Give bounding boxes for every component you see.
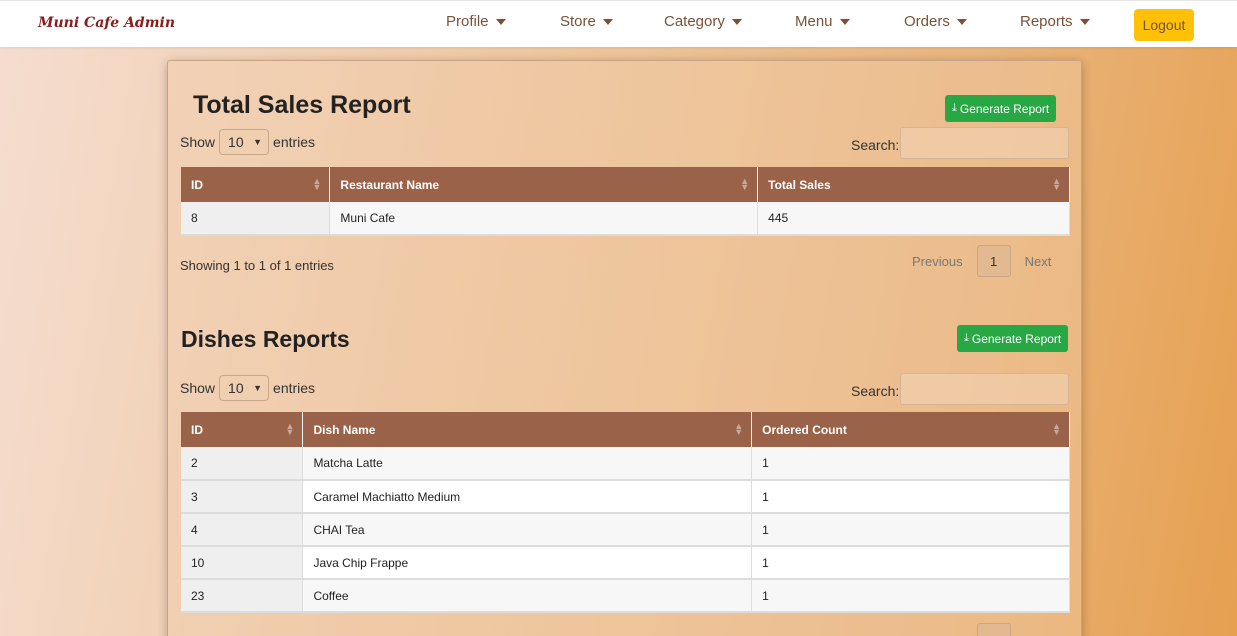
sales-col-total-label: Total Sales — [768, 177, 831, 192]
nav-reports-label: Reports — [1020, 13, 1073, 30]
dishes-col-name[interactable]: Dish Name ▲ ▼ — [302, 412, 753, 447]
sales-col-id[interactable]: ID ▲ ▼ — [181, 167, 331, 202]
dishes-entries-label: entries — [273, 380, 316, 396]
dishes-cell-id: 2 — [181, 447, 304, 481]
dishes-col-id-label: ID — [191, 422, 203, 437]
nav-profile[interactable]: Profile — [446, 13, 506, 30]
dishes-cell-name: Matcha Latte — [302, 447, 753, 481]
nav-orders-label: Orders — [904, 13, 950, 30]
sales-entries-select[interactable]: 10 ▼ — [219, 129, 270, 155]
sales-table: ID ▲ ▼ Restaurant Name ▲ ▼ Total Sales ▲ ▼ 8 M… — [181, 167, 1070, 236]
nav-category[interactable]: Category — [664, 13, 742, 30]
sales-col-id-label: ID — [191, 177, 203, 192]
sort-icon: ▲ ▼ — [1052, 421, 1061, 437]
sort-icon: ▲ ▼ — [1052, 176, 1061, 192]
chevron-down-icon: ▼ — [253, 383, 263, 393]
reports-card: Total Sales Report ⤓ Generate Report Sho… — [167, 60, 1082, 636]
sort-icon: ▲ ▼ — [312, 176, 322, 192]
logout-button[interactable]: Logout — [1134, 9, 1194, 41]
dishes-col-count[interactable]: Ordered Count ▲ ▼ — [751, 412, 1070, 447]
caret-down-icon — [1079, 18, 1090, 25]
dishes-search-input[interactable] — [900, 373, 1069, 405]
table-row: 4 CHAI Tea 1 — [181, 513, 1070, 547]
sales-entries-value: 10 — [228, 134, 244, 150]
table-row: 10 Java Chip Frappe 1 — [181, 546, 1070, 580]
nav-orders[interactable]: Orders — [904, 13, 967, 30]
dishes-entries-select[interactable]: 10 ▼ — [219, 375, 270, 401]
sales-next-button[interactable]: Next — [1011, 254, 1066, 269]
sales-search-input[interactable] — [900, 127, 1069, 159]
dishes-cell-count: 1 — [751, 579, 1070, 613]
nav-menu-label: Menu — [795, 13, 833, 30]
dishes-cell-count: 1 — [751, 480, 1070, 514]
nav-reports[interactable]: Reports — [1020, 13, 1090, 30]
sort-icon: ▲ ▼ — [734, 421, 744, 437]
nav-menu[interactable]: Menu — [795, 13, 850, 30]
sales-generate-report-button[interactable]: ⤓ Generate Report — [945, 95, 1057, 122]
table-row: 2 Matcha Latte 1 — [181, 447, 1070, 481]
dishes-cell-count: 1 — [751, 447, 1070, 481]
caret-down-icon — [731, 18, 742, 25]
caret-down-icon — [602, 18, 613, 25]
sales-cell-restaurant: Muni Cafe — [329, 202, 759, 236]
dishes-cell-name: CHAI Tea — [302, 513, 753, 547]
dishes-cell-id: 23 — [181, 579, 304, 613]
sales-col-total[interactable]: Total Sales ▲ ▼ — [757, 167, 1070, 202]
dishes-generate-report-button[interactable]: ⤓ Generate Report — [957, 325, 1069, 352]
dishes-report-title: Dishes Reports — [181, 326, 350, 352]
table-row: 23 Coffee 1 — [181, 579, 1070, 613]
top-navbar: Muni Cafe Admin Profile Store Category M… — [0, 0, 1237, 47]
sort-icon: ▲ ▼ — [285, 421, 295, 437]
chevron-down-icon: ▼ — [253, 137, 263, 147]
nav-category-label: Category — [664, 13, 725, 30]
nav-profile-label: Profile — [446, 13, 489, 30]
table-row: 8 Muni Cafe 445 — [181, 202, 1070, 236]
sales-previous-button[interactable]: Previous — [898, 254, 977, 269]
dishes-cell-id: 4 — [181, 513, 304, 547]
sales-cell-id: 8 — [181, 202, 331, 236]
dishes-col-name-label: Dish Name — [313, 422, 376, 437]
dishes-cell-name: Coffee — [302, 579, 753, 613]
sales-entries-label: entries — [273, 134, 316, 150]
dishes-cell-id: 10 — [181, 546, 304, 580]
sales-col-restaurant-label: Restaurant Name — [340, 177, 440, 192]
dishes-cell-count: 1 — [751, 546, 1070, 580]
caret-down-icon — [956, 18, 967, 25]
dishes-generate-label: Generate Report — [971, 331, 1062, 346]
dishes-cell-count: 1 — [751, 513, 1070, 547]
dishes-cell-id: 3 — [181, 480, 304, 514]
table-row: 3 Caramel Machiatto Medium 1 — [181, 480, 1070, 514]
dishes-cell-name: Caramel Machiatto Medium — [302, 480, 753, 514]
dishes-table: ID ▲ ▼ Dish Name ▲ ▼ Ordered Count ▲ ▼ 2 Match… — [181, 412, 1070, 613]
download-icon: ⤓ — [952, 102, 957, 114]
dishes-col-count-label: Ordered Count — [762, 422, 847, 437]
nav-store[interactable]: Store — [560, 13, 613, 30]
sales-show-label: Show — [180, 134, 216, 150]
dishes-pagination-partial[interactable] — [977, 623, 1011, 636]
sales-generate-label: Generate Report — [959, 101, 1050, 116]
download-icon: ⤓ — [964, 332, 969, 344]
dishes-search-label: Search: — [851, 383, 900, 399]
dishes-cell-name: Java Chip Frappe — [302, 546, 753, 580]
dishes-length-control: Show 10 ▼ entries — [180, 375, 315, 401]
caret-down-icon — [495, 18, 506, 25]
sales-search-label: Search: — [851, 137, 900, 153]
dishes-show-label: Show — [180, 380, 216, 396]
sort-icon: ▲ ▼ — [740, 176, 750, 192]
brand-logo[interactable]: Muni Cafe Admin — [38, 15, 175, 31]
sales-length-control: Show 10 ▼ entries — [180, 129, 315, 155]
sales-table-info: Showing 1 to 1 of 1 entries — [180, 258, 334, 273]
dishes-entries-value: 10 — [228, 380, 244, 396]
sales-col-restaurant[interactable]: Restaurant Name ▲ ▼ — [329, 167, 759, 202]
dishes-col-id[interactable]: ID ▲ ▼ — [181, 412, 304, 447]
sales-pagination: Previous 1 Next — [898, 245, 1065, 277]
sales-cell-total: 445 — [757, 202, 1070, 236]
sales-report-title: Total Sales Report — [193, 91, 411, 119]
caret-down-icon — [839, 18, 850, 25]
nav-store-label: Store — [560, 13, 596, 30]
sales-page-1[interactable]: 1 — [976, 245, 1011, 277]
